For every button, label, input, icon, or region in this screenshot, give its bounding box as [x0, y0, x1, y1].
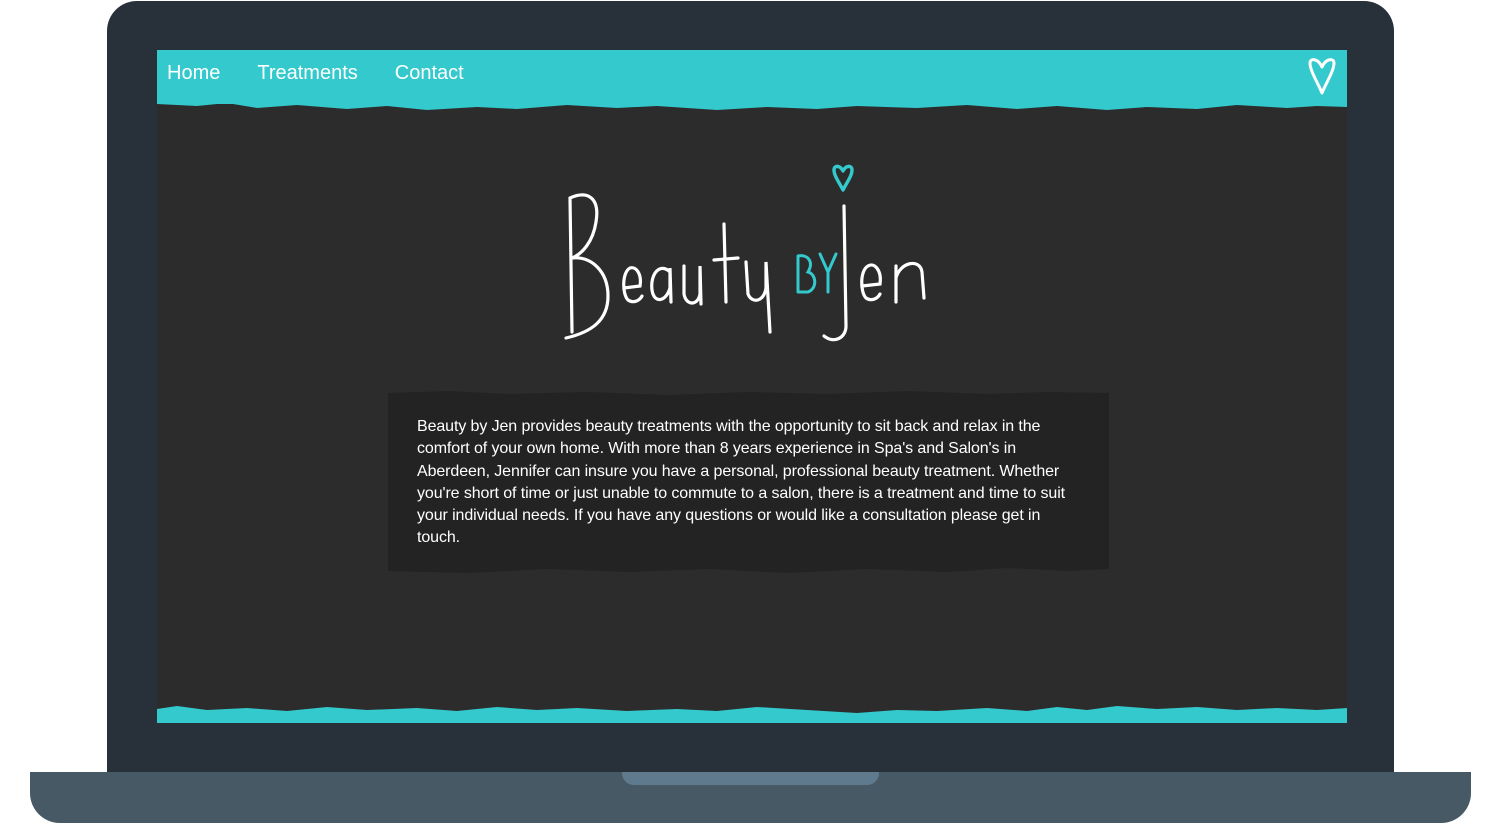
- heart-outline-icon[interactable]: [1307, 57, 1337, 95]
- nav-links: Home Treatments Contact: [167, 60, 501, 86]
- torn-edge-footer: [157, 706, 1347, 723]
- torn-edge-top: [157, 100, 1347, 110]
- nav-link-contact[interactable]: Contact: [395, 60, 464, 86]
- website-screen: Home Treatments Contact Beauty by Jen pr…: [157, 50, 1347, 723]
- nav-link-treatments[interactable]: Treatments: [257, 60, 357, 86]
- about-text: Beauty by Jen provides beauty treatments…: [417, 418, 1066, 547]
- brand-logo: [564, 164, 926, 342]
- laptop-notch: [622, 772, 879, 785]
- about-section: Beauty by Jen provides beauty treatments…: [388, 391, 1109, 574]
- nav-link-home[interactable]: Home: [167, 60, 220, 86]
- navbar: Home Treatments Contact: [157, 50, 1347, 104]
